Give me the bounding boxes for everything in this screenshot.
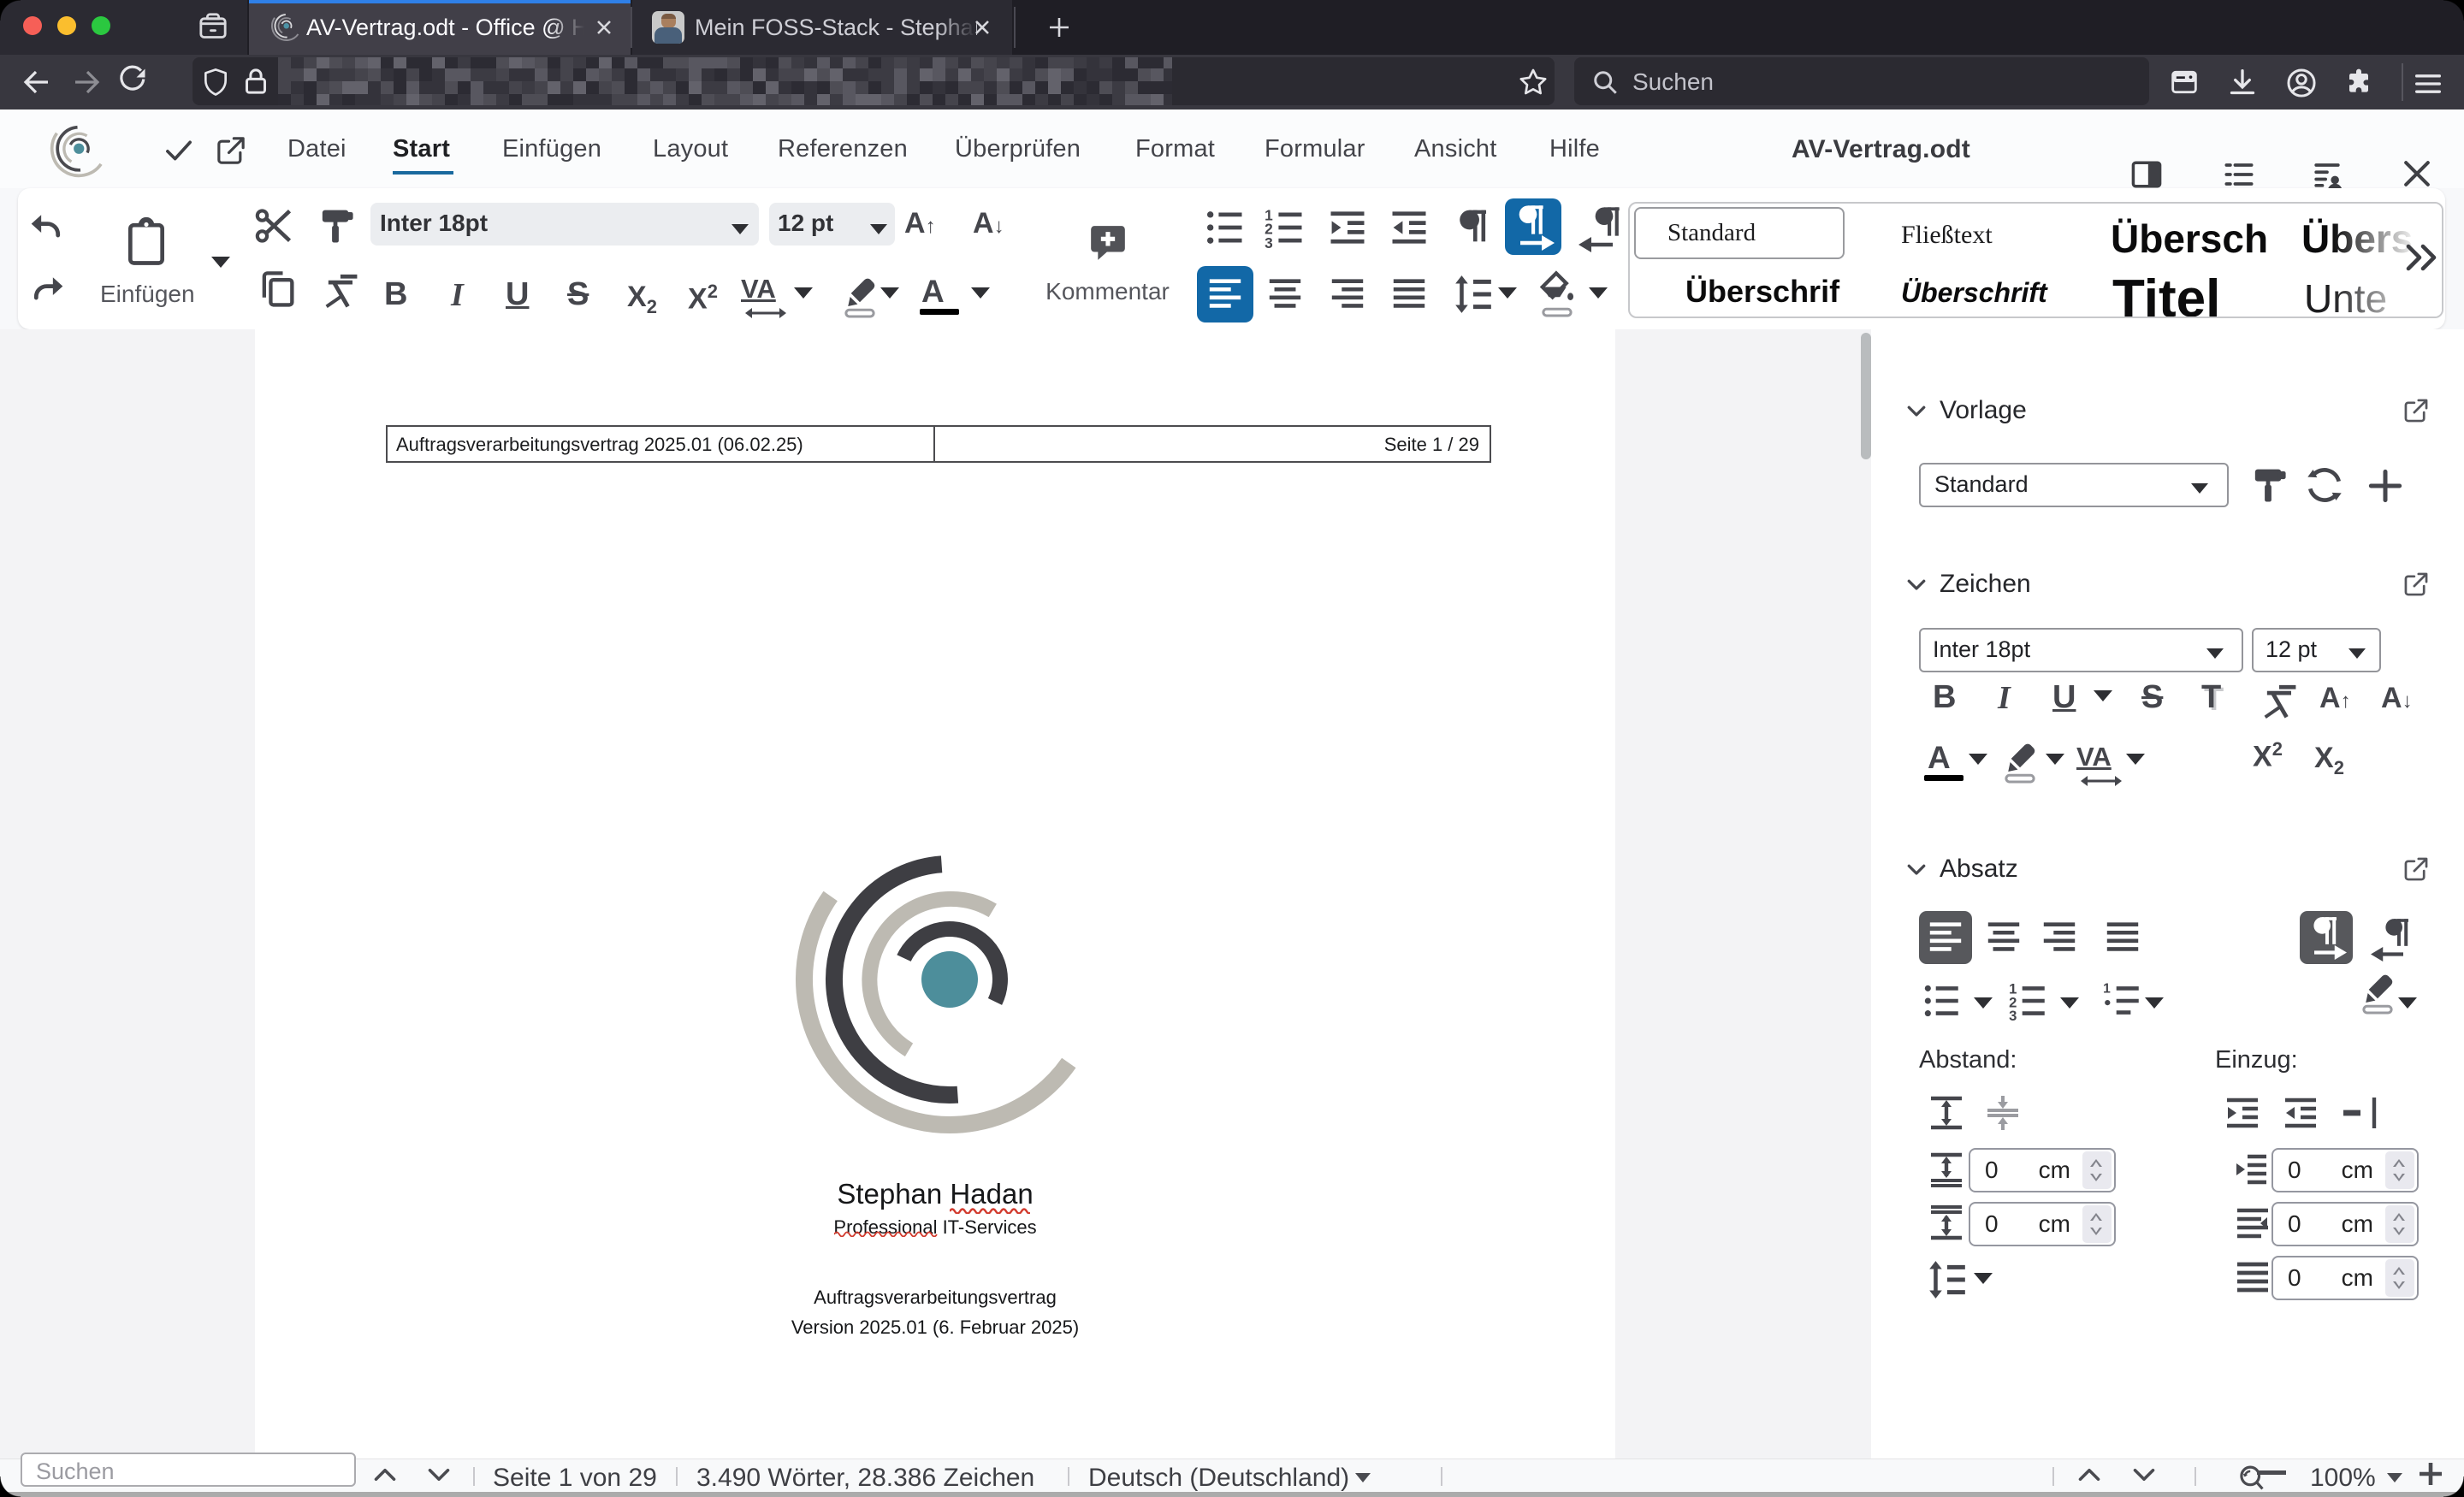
svg-text:3: 3 — [1265, 234, 1273, 250]
svg-text:1: 1 — [2103, 982, 2111, 997]
svg-text:3: 3 — [2009, 1008, 2017, 1022]
